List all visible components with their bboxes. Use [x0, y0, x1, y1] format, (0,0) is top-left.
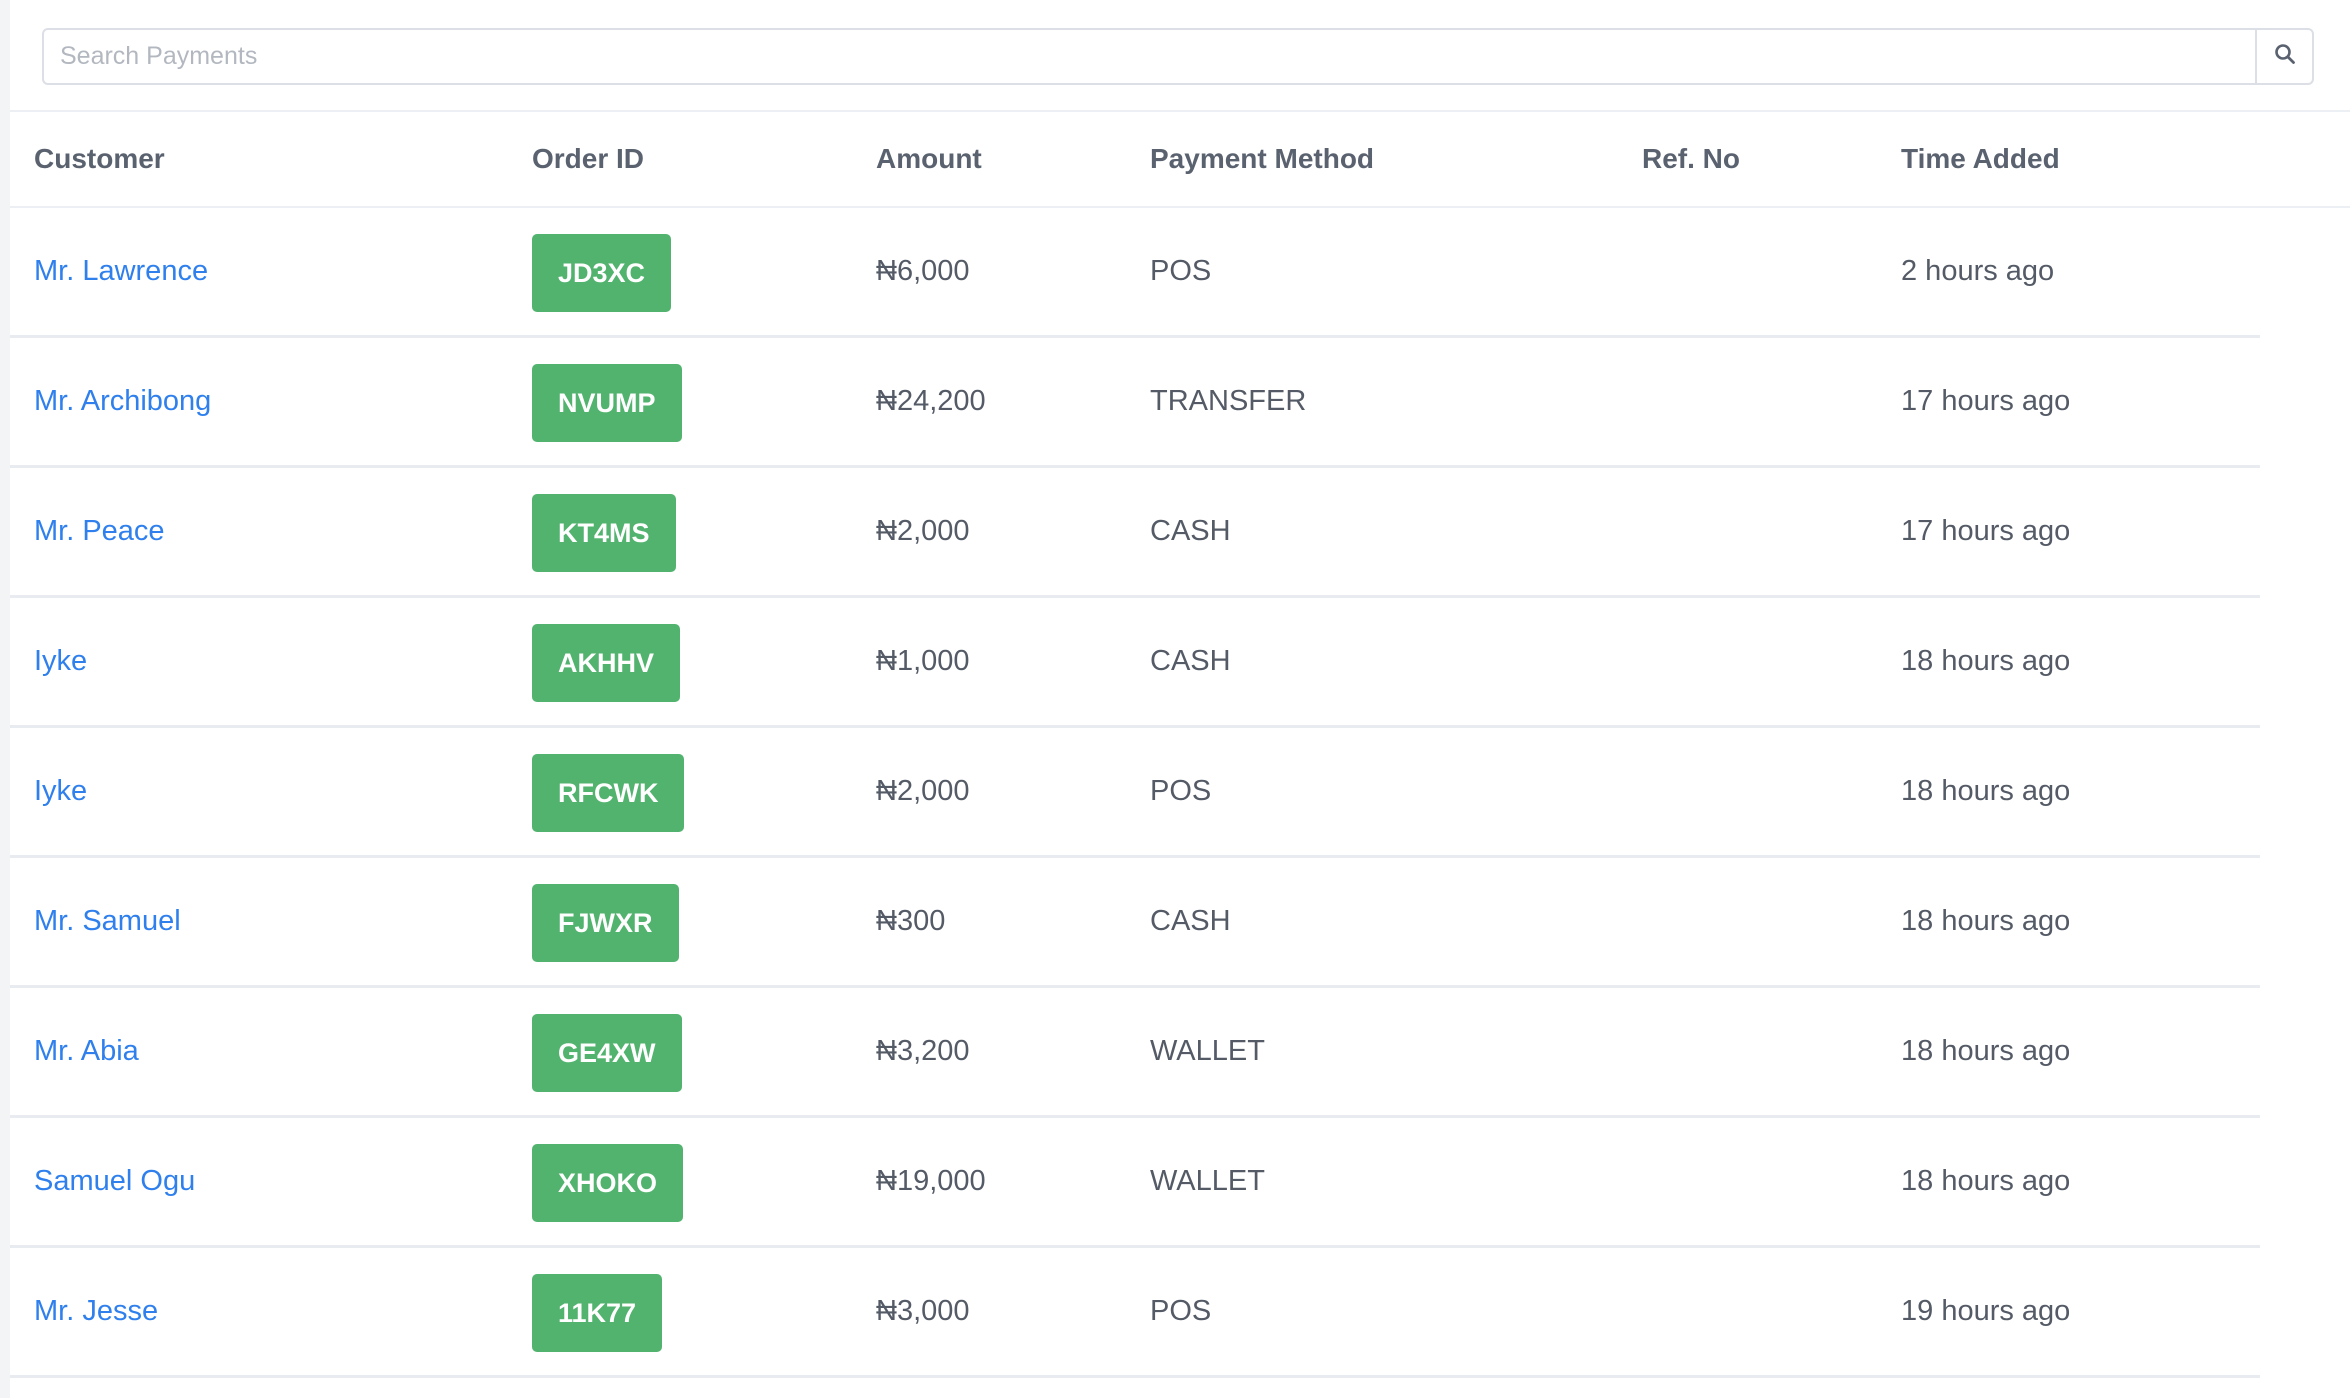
time-added-cell: 17 hours ago [1901, 515, 2071, 547]
payment-method-cell: CASH [1150, 515, 1231, 547]
customer-link[interactable]: Mr. Samuel [34, 858, 181, 985]
amount-cell: ₦3,000 [876, 1295, 970, 1327]
order-id-badge[interactable]: XHOKO [532, 1144, 684, 1222]
time-added-cell: 18 hours ago [1901, 1165, 2071, 1197]
customer-link[interactable]: Samuel Ogu [34, 1118, 195, 1245]
time-added-cell: 18 hours ago [1901, 775, 2071, 807]
amount-cell: ₦24,200 [876, 385, 986, 417]
time-added-cell: 18 hours ago [1901, 645, 2071, 677]
payment-method-cell: POS [1150, 255, 1212, 287]
time-added-cell: 19 hours ago [1901, 1295, 2071, 1327]
order-id-badge[interactable]: GE4XW [532, 1014, 682, 1092]
column-header-order-id: Order ID [532, 143, 645, 174]
order-id-badge[interactable]: KT4MS [532, 494, 676, 572]
payments-panel: Customer Order ID Amount Payment Method … [10, 0, 2350, 1398]
customer-link[interactable]: Mr. Jesse [34, 1248, 158, 1375]
amount-cell: ₦19,000 [876, 1165, 986, 1197]
column-header-amount: Amount [876, 143, 982, 174]
table-row: Mr. Peace KT4MS ₦2,000 CASH 17 hours ago [10, 468, 2260, 598]
amount-cell: ₦6,000 [876, 255, 970, 287]
table-row: Samuel Ogu XHOKO ₦19,000 WALLET 18 hours… [10, 1118, 2260, 1248]
column-header-time-added: Time Added [1901, 143, 2060, 174]
amount-cell: ₦300 [876, 905, 946, 937]
table-row: Iyke RFCWK ₦2,000 POS 18 hours ago [10, 728, 2260, 858]
order-id-badge[interactable]: FJWXR [532, 884, 679, 962]
payment-method-cell: WALLET [1150, 1035, 1265, 1067]
table-row: Mr. Samuel FJWXR ₦300 CASH 18 hours ago [10, 858, 2260, 988]
customer-link[interactable]: Mr. Lawrence [34, 208, 208, 335]
amount-cell: ₦2,000 [876, 515, 970, 547]
order-id-badge[interactable]: NVUMP [532, 364, 682, 442]
customer-link[interactable]: Iyke [34, 728, 87, 855]
table-row: Mr. Archibong NVUMP ₦24,200 TRANSFER 17 … [10, 338, 2260, 468]
table-row: Mr. Lawrence JD3XC ₦6,000 POS 2 hours ag… [10, 208, 2260, 338]
search-bar [10, 0, 2350, 112]
payment-method-cell: TRANSFER [1150, 385, 1307, 417]
payment-method-cell: CASH [1150, 905, 1231, 937]
order-id-badge[interactable]: 11K77 [532, 1274, 663, 1352]
payment-method-cell: WALLET [1150, 1165, 1265, 1197]
column-header-payment-method: Payment Method [1150, 143, 1375, 174]
amount-cell: ₦1,000 [876, 645, 970, 677]
time-added-cell: 18 hours ago [1901, 1035, 2071, 1067]
payment-method-cell: POS [1150, 1295, 1212, 1327]
time-added-cell: 18 hours ago [1901, 905, 2071, 937]
search-input[interactable] [42, 28, 2255, 85]
order-id-badge[interactable]: JD3XC [532, 234, 672, 312]
table-header: Customer Order ID Amount Payment Method … [10, 112, 2350, 208]
column-header-ref-no: Ref. No [1642, 143, 1740, 174]
search-button[interactable] [2255, 28, 2314, 85]
amount-cell: ₦2,000 [876, 775, 970, 807]
customer-link[interactable]: Mr. Peace [34, 468, 165, 595]
customer-link[interactable]: Mr. Abia [34, 988, 139, 1115]
customer-link[interactable]: Iyke [34, 598, 87, 725]
table-row: Mr. Jesse 11K77 ₦3,000 POS 19 hours ago [10, 1248, 2260, 1378]
table-row: Iyke AKHHV ₦1,000 CASH 18 hours ago [10, 598, 2260, 728]
payment-method-cell: CASH [1150, 645, 1231, 677]
time-added-cell: 2 hours ago [1901, 255, 2055, 287]
column-header-customer: Customer [34, 143, 165, 174]
payment-method-cell: POS [1150, 775, 1212, 807]
table-row: Mr. Abia GE4XW ₦3,200 WALLET 18 hours ag… [10, 988, 2260, 1118]
order-id-badge[interactable]: AKHHV [532, 624, 681, 702]
time-added-cell: 17 hours ago [1901, 385, 2071, 417]
order-id-badge[interactable]: RFCWK [532, 754, 685, 832]
search-icon [2273, 42, 2297, 71]
customer-link[interactable]: Mr. Archibong [34, 338, 211, 465]
amount-cell: ₦3,200 [876, 1035, 970, 1067]
